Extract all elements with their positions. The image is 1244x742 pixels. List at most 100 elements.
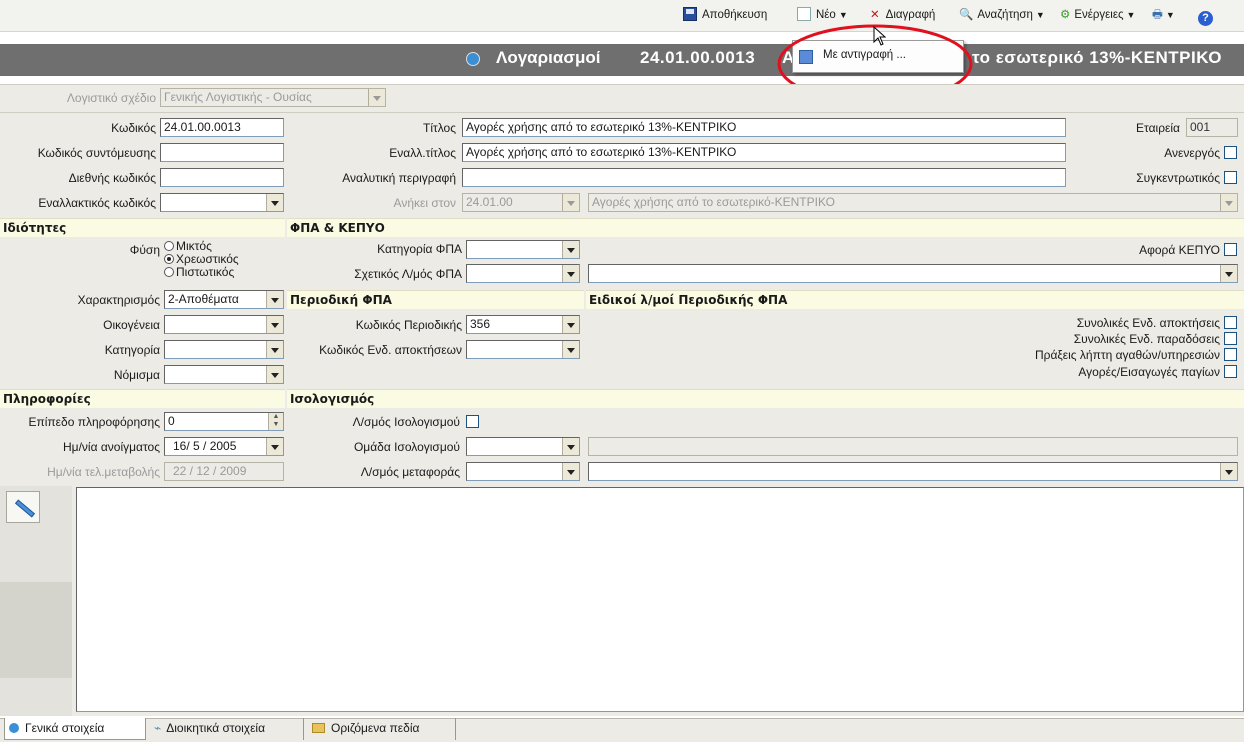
chevron-down-icon: ▼ xyxy=(1035,10,1045,20)
notes-side-panel xyxy=(0,486,72,716)
balance-group-select[interactable] xyxy=(466,437,580,456)
related-vat-desc-select[interactable] xyxy=(588,264,1238,283)
pencil-icon xyxy=(14,499,36,518)
description-input[interactable] xyxy=(462,168,1066,187)
summary-checkbox[interactable] xyxy=(1224,171,1237,184)
abbr-code-input[interactable] xyxy=(160,143,284,162)
info-level-label: Επίπεδο πληροφόρησης xyxy=(28,415,160,429)
vat-category-label-visible: Κατηγορία ΦΠΑ xyxy=(377,242,462,256)
special-s2-label: Συνολικές Ενδ. παραδόσεις xyxy=(1073,332,1220,346)
chevron-down-icon xyxy=(266,438,283,455)
abbr-code-label: Κωδικός συντόμευσης xyxy=(37,146,156,160)
chart-plan-label: Λογιστικό σχέδιο xyxy=(66,91,156,105)
spinner-arrows-icon[interactable]: ▲ ▼ xyxy=(268,413,283,430)
tab-custom-fields[interactable]: Οριζόμενα πεδία xyxy=(306,718,456,740)
title-label: Τίτλος xyxy=(422,121,456,135)
transfer-account-select[interactable] xyxy=(466,462,580,481)
belongs-code-select[interactable]: 24.01.00 xyxy=(462,193,580,212)
intl-code-input[interactable] xyxy=(160,168,284,187)
notes-textarea[interactable] xyxy=(76,487,1244,712)
title-code: 24.01.00.0013 xyxy=(640,48,756,67)
section-properties: Ιδιότητες xyxy=(0,218,285,237)
currency-select[interactable] xyxy=(164,365,284,384)
tab-admin[interactable]: ⌁ Διοικητικά στοιχεία xyxy=(148,718,304,740)
code-input[interactable]: 24.01.00.0013 xyxy=(160,118,284,137)
periodic-code-label: Κωδικός Περιοδικής xyxy=(355,318,462,332)
chevron-down-icon: ▼ xyxy=(1126,10,1136,20)
globe-icon xyxy=(9,723,19,733)
chevron-down-icon xyxy=(266,366,283,383)
chevron-down-icon xyxy=(266,291,283,308)
chevron-down-icon xyxy=(562,341,579,358)
title-bar: Λογαριασμοί 24.01.00.0013 Α το εσωτερικό… xyxy=(0,44,1244,76)
printer-icon: 🖶 xyxy=(1152,9,1163,21)
radio-button xyxy=(164,267,174,277)
related-vat-label: Σχετικός Λ/μός ΦΠΑ xyxy=(354,267,462,281)
chevron-down-icon xyxy=(1220,194,1237,211)
info-level-spinner[interactable]: 0 ▲ ▼ xyxy=(164,412,284,431)
related-vat-select[interactable] xyxy=(466,264,580,283)
transfer-account-desc-select[interactable] xyxy=(588,462,1238,481)
save-button[interactable]: Αποθήκευση xyxy=(683,0,767,30)
chevron-down-icon xyxy=(562,265,579,282)
chevron-down-icon xyxy=(562,438,579,455)
notes-edit-button[interactable] xyxy=(6,491,40,523)
mouse-cursor-icon xyxy=(873,26,887,46)
kepyo-checkbox[interactable] xyxy=(1224,243,1237,256)
code-label: Κωδικός xyxy=(111,121,156,135)
special-s3-checkbox[interactable] xyxy=(1224,348,1237,361)
chevron-down-icon xyxy=(266,316,283,333)
intra-code-label: Κωδικός Ενδ. αποκτήσεων xyxy=(319,343,462,357)
chevron-down-icon xyxy=(562,316,579,333)
summary-label: Συγκεντρωτικός xyxy=(1136,171,1220,185)
chevron-down-icon xyxy=(1220,265,1237,282)
company-label: Εταιρεία xyxy=(1136,121,1180,135)
chevron-down-icon xyxy=(562,194,579,211)
section-info: Πληροφορίες xyxy=(0,389,285,408)
intra-code-select[interactable] xyxy=(466,340,580,359)
chart-plan-select[interactable]: Γενικής Λογιστικής - Ουσίας xyxy=(160,88,386,107)
chevron-down-icon: ▼ xyxy=(838,10,848,20)
radio-button-selected xyxy=(164,254,174,264)
balance-account-label: Λ/σμός Ισολογισμού xyxy=(352,415,460,429)
company-input[interactable]: 001 xyxy=(1186,118,1238,137)
alt-code-select[interactable] xyxy=(160,193,284,212)
notes-side-shade xyxy=(0,582,72,678)
special-s3-label: Πράξεις λήπτη αγαθών/υπηρεσιών xyxy=(1034,348,1220,362)
title-input[interactable]: Αγορές χρήσης από το εσωτερικό 13%-ΚΕΝΤΡ… xyxy=(462,118,1066,137)
actions-button[interactable]: ⚙ Ενέργειες ▼ xyxy=(1060,0,1135,30)
inactive-checkbox[interactable] xyxy=(1224,146,1237,159)
family-label: Οικογένεια xyxy=(103,318,160,332)
alt-title-label: Εναλλ.τίτλος xyxy=(389,146,456,160)
characterization-select[interactable]: 2-Αποθέματα xyxy=(164,290,284,309)
special-s2-checkbox[interactable] xyxy=(1224,332,1237,345)
last-change-date-field: 22 / 12 / 2009 xyxy=(164,462,284,481)
open-date-label: Ημ/νία ανοίγματος xyxy=(62,440,160,454)
kepyo-label: Αφορά ΚΕΠΥΟ xyxy=(1139,243,1220,257)
chevron-down-icon xyxy=(562,241,579,258)
special-s4-checkbox[interactable] xyxy=(1224,365,1237,378)
radio-credit[interactable]: Πιστωτικός xyxy=(164,266,234,279)
help-button[interactable]: ? xyxy=(1198,0,1213,30)
intl-code-label: Διεθνής κωδικός xyxy=(68,171,156,185)
open-date-picker[interactable]: 16/ 5 / 2005 xyxy=(164,437,284,456)
print-button[interactable]: 🖶 ▼ xyxy=(1152,0,1175,30)
chevron-down-icon xyxy=(562,463,579,480)
tab-general[interactable]: Γενικά στοιχεία xyxy=(4,718,146,740)
vat-category-select[interactable] xyxy=(466,240,580,259)
periodic-code-select[interactable]: 356 xyxy=(466,315,580,334)
folder-icon xyxy=(312,723,325,733)
toolbar: Αποθήκευση Νέο ▼ ✕ Διαγραφή 🔍 Αναζήτηση ▼ ⚙ Ε… xyxy=(0,0,1244,32)
category-select[interactable] xyxy=(164,340,284,359)
belongs-desc-select[interactable]: Αγορές χρήσης από το εσωτερικό-ΚΕΝΤΡΙΚΟ xyxy=(588,193,1238,212)
special-s1-label: Συνολικές Ενδ. αποκτήσεις xyxy=(1076,316,1220,330)
family-select[interactable] xyxy=(164,315,284,334)
special-s1-checkbox[interactable] xyxy=(1224,316,1237,329)
alt-title-input[interactable]: Αγορές χρήσης από το εσωτερικό 13%-ΚΕΝΤΡ… xyxy=(462,143,1066,162)
floppy-disk-icon xyxy=(683,7,697,21)
special-s4-label: Αγορές/Εισαγωγές παγίων xyxy=(1078,365,1220,379)
balance-account-checkbox[interactable] xyxy=(466,415,479,428)
description-label: Αναλυτική περιγραφή xyxy=(342,171,456,185)
alt-code-label: Εναλλακτικός κωδικός xyxy=(38,196,156,210)
title-rest: το εσωτερικό 13%-ΚΕΝΤΡΙΚΟ xyxy=(972,48,1222,67)
